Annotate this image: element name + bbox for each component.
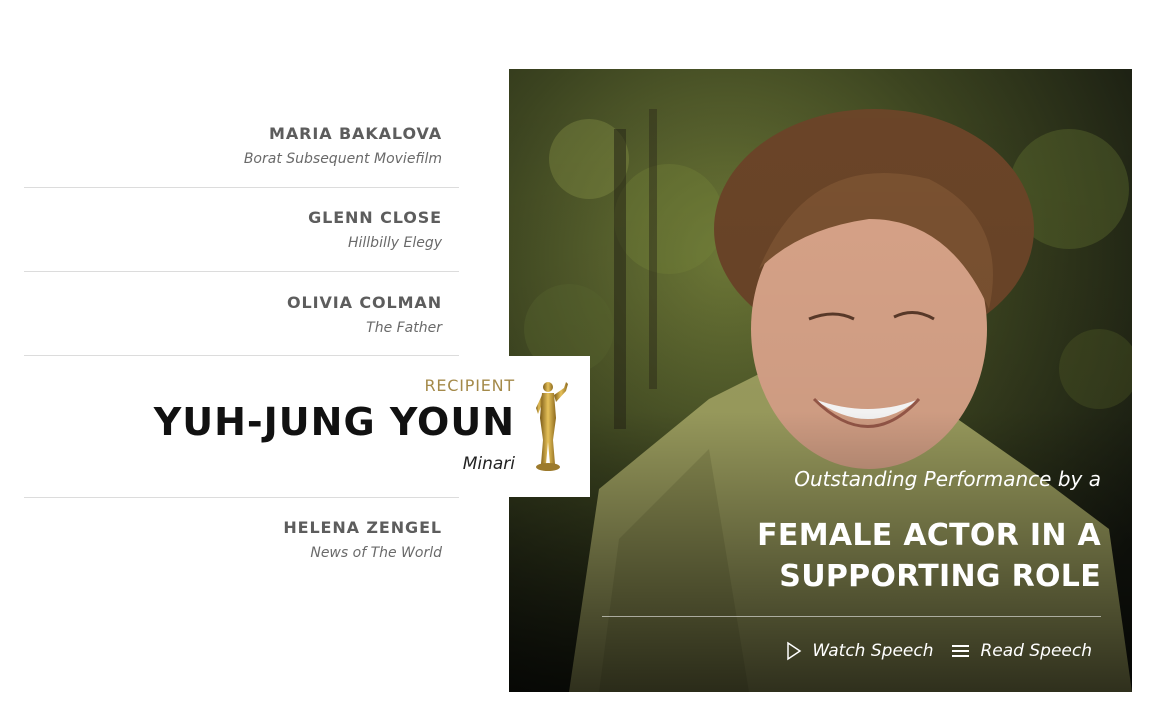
recipient-name: YUH-JUNG YOUN [153,400,515,444]
category-title-line: SUPPORTING ROLE [779,559,1101,594]
nominee-name: GLENN CLOSE [308,208,442,227]
read-speech-label: Read Speech [980,641,1092,661]
speech-actions: Watch Speech Read Speech [785,641,1092,661]
watch-speech-label: Watch Speech [812,641,934,661]
sag-statuette-icon [536,382,568,471]
nominee-item[interactable]: GLENN CLOSE Hillbilly Elegy [24,208,459,272]
recipient-label: RECIPIENT [424,376,515,395]
photo-image [509,69,1132,692]
category-title-line: FEMALE ACTOR IN A [757,518,1101,553]
nominee-item[interactable]: MARIA BAKALOVA Borat Subsequent Moviefil… [24,124,459,188]
play-icon [787,641,802,661]
nominee-item[interactable]: OLIVIA COLMAN The Father [24,293,459,356]
nominee-name: OLIVIA COLMAN [287,293,442,312]
recipient-card[interactable]: RECIPIENT YUH-JUNG YOUN Minari [24,356,590,497]
read-speech-button[interactable]: Read Speech [951,641,1092,661]
nominee-film: Hillbilly Elegy [347,235,442,251]
nominee-name: HELENA ZENGEL [283,518,442,537]
category-title: FEMALE ACTOR IN A SUPPORTING ROLE [757,515,1101,597]
recipient-film: Minari [462,454,515,474]
recipient-photo: Outstanding Performance by a FEMALE ACTO… [509,69,1132,692]
nominee-film: The Father [366,320,442,336]
nominee-film: News of The World [310,545,442,561]
nominee-film: Borat Subsequent Moviefilm [243,151,442,167]
menu-lines-icon [952,645,970,657]
nominee-item[interactable]: HELENA ZENGEL News of The World [24,518,459,578]
award-category: Outstanding Performance by a FEMALE ACTO… [757,467,1101,597]
watch-speech-button[interactable]: Watch Speech [785,641,933,661]
caption-divider [602,616,1101,617]
divider [24,497,459,498]
nominee-name: MARIA BAKALOVA [269,124,442,143]
category-prefix: Outstanding Performance by a [794,467,1101,491]
